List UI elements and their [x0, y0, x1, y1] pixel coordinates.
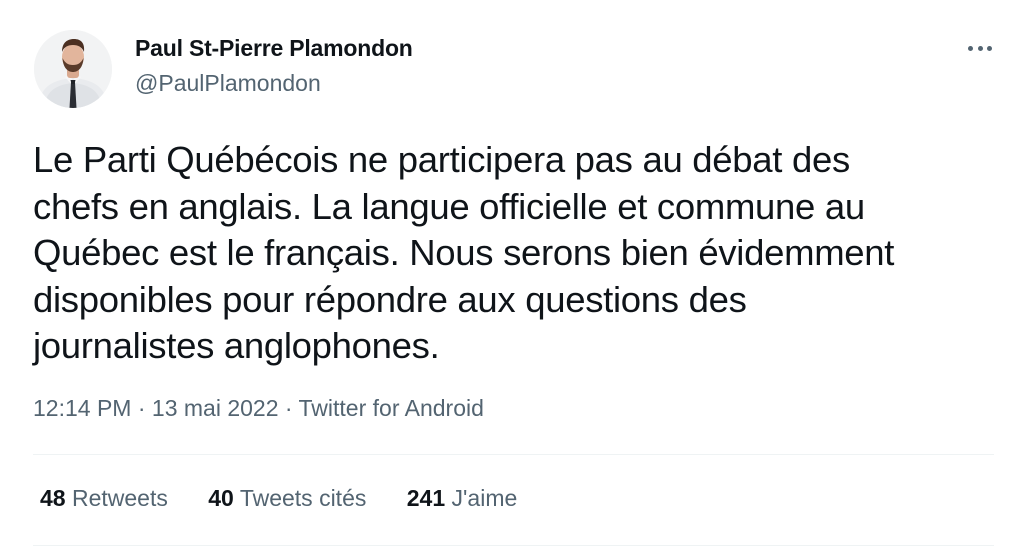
- retweets-label: Retweets: [65, 485, 168, 511]
- likes-count: 241: [406, 485, 446, 511]
- quote-tweets-count: 40: [208, 485, 234, 511]
- divider: [33, 545, 994, 546]
- tweet-text-line: journalistes anglophones.: [33, 325, 440, 366]
- tweet-metadata: 12:14 PM · 13 mai 2022 · Twitter for And…: [33, 395, 484, 422]
- tweet-text-line: Québec est le français. Nous serons bien…: [33, 232, 895, 273]
- retweets-count: 48: [40, 485, 66, 511]
- tweet-text-line: chefs en anglais. La langue officielle e…: [33, 185, 865, 227]
- retweets-stat[interactable]: 48 Retweets: [40, 485, 168, 512]
- meta-separator: ·: [131, 395, 152, 421]
- quote-tweets-stat[interactable]: 40 Tweets cités: [208, 485, 366, 512]
- tweet-text: Le Parti Québécois ne participera pas au…: [33, 137, 1008, 370]
- tweet-source[interactable]: Twitter for Android: [299, 395, 484, 421]
- quote-tweets-label: Tweets cités: [233, 485, 367, 511]
- profile-photo: [34, 30, 112, 108]
- tweet-text-line: Le Parti Québécois ne participera pas au…: [33, 139, 850, 180]
- divider: [33, 454, 994, 455]
- author-handle[interactable]: @PaulPlamondon: [135, 70, 321, 97]
- author-name[interactable]: Paul St-Pierre Plamondon: [135, 35, 413, 62]
- tweet-text-line: disponibles pour répondre aux questions …: [33, 278, 747, 320]
- avatar[interactable]: [34, 30, 112, 108]
- tweet-card: Paul St-Pierre Plamondon @PaulPlamondon …: [0, 0, 1032, 550]
- meta-separator: ·: [278, 395, 299, 421]
- tweet-time[interactable]: 12:14 PM: [33, 395, 131, 421]
- more-options-button[interactable]: [960, 30, 1000, 66]
- engagement-stats: 48 Retweets 40 Tweets cités 241 J'aime: [40, 485, 551, 512]
- tweet-date[interactable]: 13 mai 2022: [152, 395, 279, 421]
- likes-label: J'aime: [445, 485, 518, 511]
- likes-stat[interactable]: 241 J'aime: [407, 485, 518, 512]
